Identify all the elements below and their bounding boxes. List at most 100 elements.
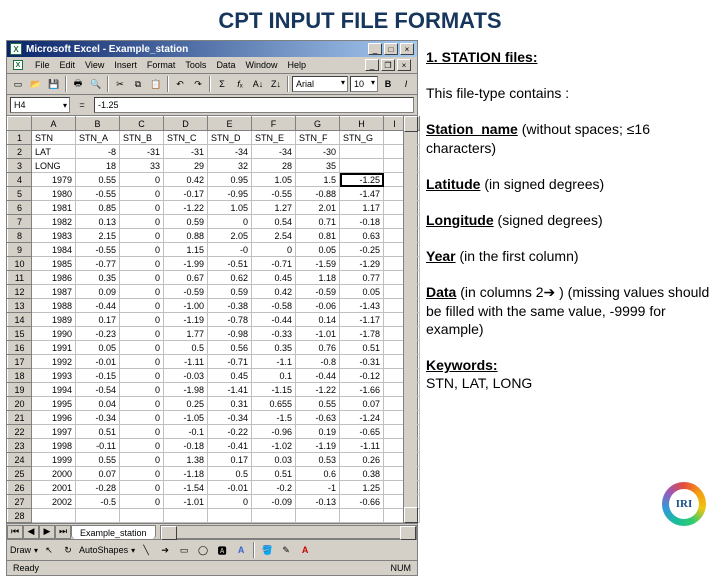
cell[interactable] [120,509,164,523]
cell[interactable]: STN [32,131,76,145]
cell[interactable]: 0.5 [208,467,252,481]
cell[interactable]: -0.06 [296,299,340,313]
cell[interactable]: -1.02 [252,439,296,453]
cell[interactable]: -1.1 [252,355,296,369]
cell[interactable]: -1.18 [164,467,208,481]
cell[interactable]: -0.55 [76,187,120,201]
cell[interactable] [208,509,252,523]
cell[interactable]: -0.23 [76,327,120,341]
cell[interactable]: -0.65 [340,425,384,439]
row-header[interactable]: 6 [8,201,32,215]
autosum-icon[interactable]: Σ [214,76,230,92]
cell[interactable]: 1985 [32,257,76,271]
cell[interactable]: -0.28 [76,481,120,495]
rotate-icon[interactable]: ↻ [60,542,76,558]
cell[interactable]: 0 [120,467,164,481]
cell[interactable]: 2.01 [296,201,340,215]
row-header[interactable]: 2 [8,145,32,159]
row-header[interactable]: 14 [8,313,32,327]
cell[interactable]: -0.95 [208,187,252,201]
cell[interactable]: 1982 [32,215,76,229]
cell[interactable]: 1987 [32,285,76,299]
cell[interactable]: -1.66 [340,383,384,397]
cell[interactable]: -0.54 [76,383,120,397]
cell[interactable]: -0.34 [208,411,252,425]
cell[interactable]: -0.59 [164,285,208,299]
row-header[interactable]: 11 [8,271,32,285]
cell[interactable]: -0.31 [340,355,384,369]
cell[interactable]: -0.5 [76,495,120,509]
cell[interactable]: 1.25 [340,481,384,495]
cell[interactable]: -1.00 [164,299,208,313]
font-size-combo[interactable]: 10 [350,76,378,92]
cell[interactable]: 0 [120,271,164,285]
cell[interactable] [252,509,296,523]
cell[interactable]: 1996 [32,411,76,425]
cell[interactable]: -1.11 [340,439,384,453]
row-header[interactable]: 3 [8,159,32,173]
cell[interactable]: 0.59 [164,215,208,229]
cell[interactable]: 0 [120,285,164,299]
cell[interactable]: -0.59 [296,285,340,299]
menu-file[interactable]: File [35,60,50,70]
paste-icon[interactable]: 📋 [148,76,164,92]
cell[interactable]: 1988 [32,299,76,313]
cell[interactable]: 0 [208,495,252,509]
cell[interactable]: 0.05 [76,341,120,355]
cell[interactable]: 0 [120,439,164,453]
cell[interactable]: -0.11 [76,439,120,453]
cell[interactable]: 1983 [32,229,76,243]
cell[interactable]: -1.29 [340,257,384,271]
cell[interactable]: 1994 [32,383,76,397]
cell[interactable]: 0 [120,327,164,341]
cell[interactable]: 1981 [32,201,76,215]
cell[interactable]: -1.24 [340,411,384,425]
cell[interactable]: -0.2 [252,481,296,495]
cell[interactable]: -0.01 [208,481,252,495]
cell[interactable]: -1.43 [340,299,384,313]
sheet-tab-active[interactable]: Example_station [71,525,156,539]
name-box[interactable]: H4 [10,97,70,113]
bold-icon[interactable]: B [380,76,396,92]
cell[interactable]: 1.05 [252,173,296,187]
cell[interactable]: 0.04 [76,397,120,411]
cell[interactable]: -0.13 [296,495,340,509]
cell[interactable]: -0.71 [208,355,252,369]
cell[interactable]: 1.17 [340,201,384,215]
cell[interactable]: 0.63 [340,229,384,243]
cell[interactable]: -1.19 [296,439,340,453]
cell[interactable]: -1.25 [340,173,384,187]
cell[interactable] [340,145,384,159]
cell[interactable]: 0.17 [76,313,120,327]
horizontal-scrollbar[interactable] [160,525,417,539]
vertical-scrollbar[interactable] [403,116,417,523]
cell[interactable]: -0.15 [76,369,120,383]
menu-tools[interactable]: Tools [185,60,206,70]
cell[interactable]: -0 [208,243,252,257]
cell[interactable]: 0.88 [164,229,208,243]
cell[interactable]: 0.51 [252,467,296,481]
row-header[interactable]: 13 [8,299,32,313]
row-header[interactable]: 20 [8,397,32,411]
cell[interactable]: 0.1 [252,369,296,383]
cell[interactable]: 0.95 [208,173,252,187]
line-icon[interactable]: ╲ [138,542,154,558]
menu-data[interactable]: Data [216,60,235,70]
cell[interactable]: 1989 [32,313,76,327]
cell[interactable]: -1.17 [340,313,384,327]
cell[interactable]: -1.41 [208,383,252,397]
doc-minimize-button[interactable]: _ [365,59,379,71]
cell[interactable]: -0.8 [296,355,340,369]
print-icon[interactable]: 🖶 [70,76,86,92]
cell[interactable]: 0.56 [208,341,252,355]
cell[interactable] [76,509,120,523]
cell[interactable]: 1991 [32,341,76,355]
cell[interactable]: 32 [208,159,252,173]
redo-icon[interactable]: ↷ [190,76,206,92]
cell[interactable]: -1.98 [164,383,208,397]
cell[interactable]: 1.38 [164,453,208,467]
sort-asc-icon[interactable]: A↓ [250,76,266,92]
autoshapes-menu[interactable]: AutoShapes [79,545,128,555]
cell[interactable]: -8 [76,145,120,159]
cell[interactable]: 0.19 [296,425,340,439]
